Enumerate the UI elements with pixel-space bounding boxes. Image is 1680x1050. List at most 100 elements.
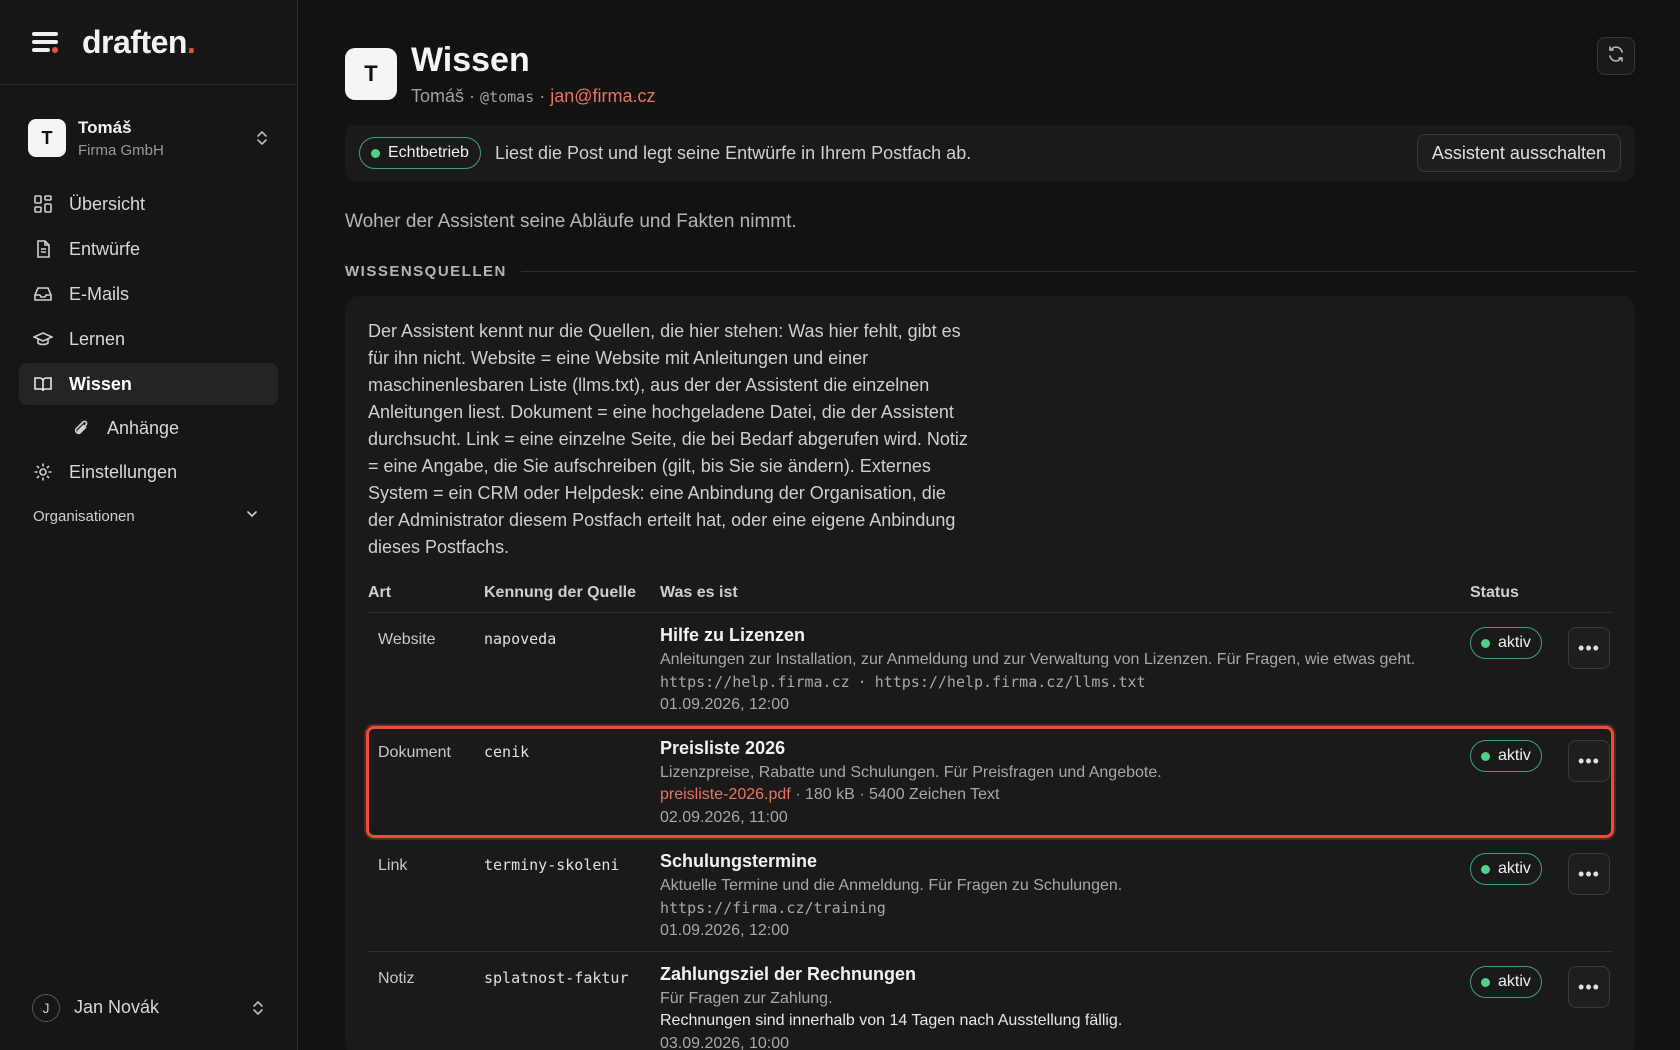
sidebar-item-lernen[interactable]: Lernen — [19, 318, 278, 360]
page-header: T Wissen Tomáš · @tomas · jan@firma.cz — [345, 40, 1635, 107]
disable-assistant-button[interactable]: Assistent ausschalten — [1416, 134, 1621, 172]
chevron-up-down-icon — [255, 129, 269, 147]
status-badge: aktiv — [1470, 853, 1542, 885]
brand-bar: draften. — [0, 0, 297, 85]
organisations-toggle[interactable]: Organisationen — [0, 507, 297, 525]
status-dot — [371, 148, 380, 158]
sidebar-item-entwuerfe[interactable]: Entwürfe — [19, 228, 278, 270]
menu-icon[interactable] — [32, 31, 60, 53]
owner-email-link[interactable]: jan@firma.cz — [550, 86, 655, 106]
sidebar-item-emails[interactable]: E-Mails — [19, 273, 278, 315]
row-actions-button[interactable]: ••• — [1568, 740, 1610, 782]
account-org: Firma GmbH — [78, 141, 164, 159]
user-name: Jan Novák — [74, 997, 160, 1017]
source-type: Website — [378, 631, 436, 648]
document-icon — [33, 239, 53, 259]
sidebar-nav: Übersicht Entwürfe E-Mails Lernen Wissen — [0, 183, 297, 493]
gear-icon — [33, 462, 53, 482]
source-title: Zahlungsziel der Rechnungen — [660, 964, 917, 984]
account-switcher[interactable]: T Tomáš Firma GmbH — [0, 93, 297, 183]
source-timestamp: 01.09.2026, 12:00 — [660, 922, 790, 939]
status-badge: aktiv — [1470, 740, 1542, 772]
more-icon: ••• — [1578, 976, 1600, 997]
row-actions-button[interactable]: ••• — [1568, 853, 1610, 895]
source-type: Notiz — [378, 970, 415, 987]
source-timestamp: 02.09.2026, 11:00 — [660, 809, 788, 826]
source-description: Lizenzpreise, Rabatte und Schulungen. Fü… — [660, 764, 1162, 781]
logo[interactable]: draften. — [82, 24, 196, 61]
grid-icon — [33, 194, 53, 214]
knowledge-sources-card: Der Assistent kennt nur die Quellen, die… — [345, 296, 1635, 1050]
source-id: napoveda — [484, 630, 557, 648]
page-title: Wissen — [411, 41, 530, 79]
page-avatar: T — [345, 48, 397, 100]
status-message: Liest die Post und legt seine Entwürfe i… — [494, 142, 972, 163]
table-row[interactable]: Website napoveda Hilfe zu Lizenzen Anlei… — [368, 613, 1612, 726]
refresh-icon — [1607, 45, 1625, 68]
status-badge: aktiv — [1470, 627, 1542, 659]
book-open-icon — [33, 374, 53, 394]
sidebar-item-label: Entwürfe — [69, 238, 141, 259]
note-text: Rechnungen sind innerhalb von 14 Tagen n… — [660, 1012, 1123, 1029]
table-row[interactable]: Notiz splatnost-faktur Zahlungsziel der … — [368, 952, 1612, 1050]
table-header: Art Kennung der Quelle Was es ist Status — [368, 583, 1612, 613]
source-title: Hilfe zu Lizenzen — [660, 625, 806, 645]
col-header-id: Kennung der Quelle — [484, 584, 637, 601]
sources-description: Der Assistent kennt nur die Quellen, die… — [368, 321, 968, 557]
page-subtitle: Tomáš · @tomas · jan@firma.cz — [411, 86, 656, 106]
source-description: Aktuelle Termine und die Anmeldung. Für … — [660, 877, 1123, 894]
chevron-up-down-icon — [251, 999, 265, 1017]
col-header-art: Art — [368, 584, 392, 601]
source-timestamp: 01.09.2026, 12:00 — [660, 696, 790, 713]
user-menu[interactable]: J Jan Novák — [0, 965, 297, 1050]
section-title: WISSENSQUELLEN — [345, 263, 1635, 280]
source-title: Schulungstermine — [660, 851, 818, 871]
sidebar-item-label: Übersicht — [69, 193, 146, 214]
account-name: Tomáš — [78, 117, 132, 137]
sidebar-item-label: Wissen — [69, 373, 132, 394]
source-file-meta: preisliste-2026.pdf · 180 kB · 5400 Zeic… — [660, 786, 1000, 803]
user-avatar: J — [32, 993, 60, 1022]
intro-text: Woher der Assistent seine Abläufe und Fa… — [345, 211, 797, 232]
table-row[interactable]: Dokument cenik Preisliste 2026 Lizenzpre… — [366, 726, 1614, 839]
source-timestamp: 03.09.2026, 10:00 — [660, 1035, 790, 1050]
sidebar-item-label: Lernen — [69, 328, 126, 349]
source-id: splatnost-faktur — [484, 969, 629, 987]
sidebar-item-uebersicht[interactable]: Übersicht — [19, 183, 278, 225]
source-url[interactable]: https://firma.cz/training — [660, 899, 1470, 917]
source-id: cenik — [484, 743, 530, 761]
more-icon: ••• — [1578, 863, 1600, 884]
sidebar-item-label: Einstellungen — [69, 461, 178, 482]
account-avatar: T — [28, 119, 66, 157]
source-description: Für Fragen zur Zahlung. — [660, 990, 833, 1007]
source-title: Preisliste 2026 — [660, 738, 786, 758]
table-row[interactable]: Link terminy-skoleni Schulungstermine Ak… — [368, 839, 1612, 952]
paperclip-icon — [71, 418, 91, 438]
source-type: Link — [378, 857, 408, 874]
inbox-icon — [33, 284, 53, 304]
owner-name: Tomáš — [411, 86, 465, 106]
sidebar-item-einstellungen[interactable]: Einstellungen — [19, 451, 278, 493]
sidebar-item-wissen[interactable]: Wissen — [19, 363, 278, 405]
refresh-button[interactable] — [1597, 37, 1635, 75]
file-link[interactable]: preisliste-2026.pdf — [660, 786, 791, 803]
row-actions-button[interactable]: ••• — [1568, 966, 1610, 1008]
owner-handle: @tomas — [480, 88, 535, 106]
graduation-cap-icon — [33, 329, 53, 349]
sidebar-item-label: E-Mails — [69, 283, 130, 304]
assistant-status-bar: Echtbetrieb Liest die Post und legt sein… — [345, 125, 1635, 181]
status-badge: aktiv — [1470, 966, 1542, 998]
source-type: Dokument — [378, 744, 451, 761]
sidebar-item-anhaenge[interactable]: Anhänge — [19, 408, 278, 448]
col-header-what: Was es ist — [660, 584, 738, 601]
organisations-label: Organisationen — [33, 507, 135, 525]
main-content: T Wissen Tomáš · @tomas · jan@firma.cz E… — [345, 0, 1635, 1050]
chevron-down-icon — [245, 507, 259, 525]
source-description: Anleitungen zur Installation, zur Anmeld… — [660, 651, 1416, 668]
row-actions-button[interactable]: ••• — [1568, 627, 1610, 669]
status-badge: Echtbetrieb — [359, 137, 481, 169]
sidebar: draften. T Tomáš Firma GmbH Übersicht En… — [0, 0, 298, 1050]
sidebar-item-label: Anhänge — [107, 417, 180, 438]
source-id: terminy-skoleni — [484, 856, 620, 874]
divider — [520, 271, 1635, 272]
